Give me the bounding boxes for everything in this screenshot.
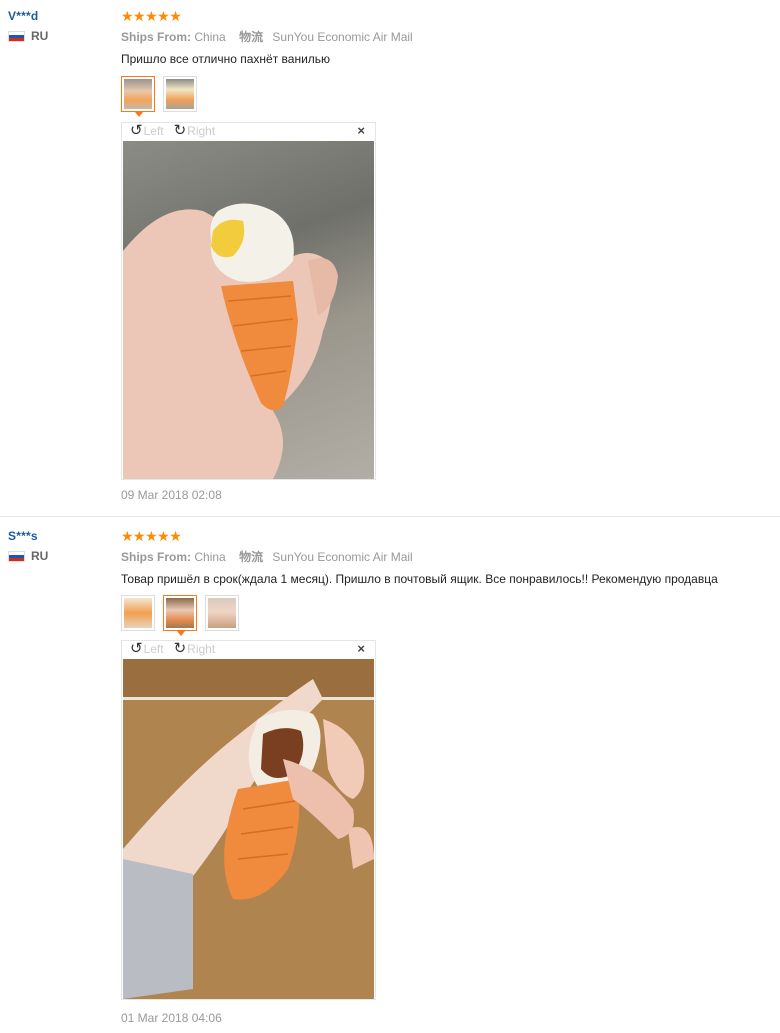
star-rating: ★★★★★ [121,528,182,544]
rotate-left-label: Left [143,124,164,138]
close-icon[interactable]: × [357,124,365,138]
review-photo [123,659,374,999]
reviewer-name[interactable]: S***s [8,529,48,543]
ships-from-value: China [194,30,226,44]
photo-viewer: ↺ Left ↻ Right × [121,122,376,480]
rotate-right-icon: ↻ [173,640,187,657]
rotate-left-label: Left [143,642,164,656]
shipping-info: Ships From: China 物流 SunYou Economic Air… [121,29,761,45]
review-body: ★★★★★ Ships From: China 物流 SunYou Econom… [121,529,761,587]
ships-from-value: China [194,550,226,564]
rotate-right-label: Right [187,642,216,656]
photo-thumbnail[interactable] [121,595,155,631]
rotate-right-icon: ↻ [173,122,187,139]
review-body: ★★★★★ Ships From: China 物流 SunYou Econom… [121,9,761,67]
review-item: S***s RU ★★★★★ Ships From: China 物流 SunY… [0,517,780,1033]
photo-thumbnail[interactable] [205,595,239,631]
rotate-right-button[interactable]: ↻ Right [173,122,216,139]
rotate-left-button[interactable]: ↺ Left [130,640,164,657]
rotate-right-label: Right [187,124,216,138]
photo-viewer: ↺ Left ↻ Right × [121,640,376,1000]
review-text: Товар пришёл в срок(ждала 1 месяц). Приш… [121,572,718,586]
logistics-label: 物流 [239,550,264,564]
photo-thumbnail[interactable] [163,76,197,112]
russia-flag-icon [8,30,25,42]
review-photo [123,141,374,479]
country-code: RU [31,549,49,563]
ships-from-label: Ships From: [121,550,192,564]
reviewer-info: S***s RU [8,529,48,563]
reviewer-info: V***d RU [8,9,48,43]
rotate-left-icon: ↺ [130,122,143,139]
photo-thumbnail[interactable] [121,76,155,117]
review-date: 01 Mar 2018 04:06 [121,1011,222,1025]
star-rating: ★★★★★ [121,8,182,24]
reviewer-country: RU [8,549,48,563]
reviewer-country: RU [8,29,48,43]
review-item: V***d RU ★★★★★ Ships From: China 物流 SunY… [0,0,780,517]
viewer-toolbar: ↺ Left ↻ Right × [122,641,375,657]
russia-flag-icon [8,550,25,562]
ships-from-label: Ships From: [121,30,192,44]
photo-thumbnail[interactable] [163,595,197,636]
country-code: RU [31,29,49,43]
logistics-value: SunYou Economic Air Mail [272,550,413,564]
logistics-value: SunYou Economic Air Mail [272,30,413,44]
photo-thumbnails [121,595,239,636]
shipping-info: Ships From: China 物流 SunYou Economic Air… [121,549,761,565]
review-date: 09 Mar 2018 02:08 [121,488,222,502]
logistics-label: 物流 [239,30,264,44]
close-icon[interactable]: × [357,642,365,656]
rotate-left-button[interactable]: ↺ Left [130,122,164,139]
rotate-right-button[interactable]: ↻ Right [173,640,216,657]
rotate-left-icon: ↺ [130,640,143,657]
viewer-toolbar: ↺ Left ↻ Right × [122,123,375,139]
review-text: Пришло все отлично пахнёт ванилью [121,52,331,66]
reviewer-name[interactable]: V***d [8,9,48,23]
photo-thumbnails [121,76,197,117]
